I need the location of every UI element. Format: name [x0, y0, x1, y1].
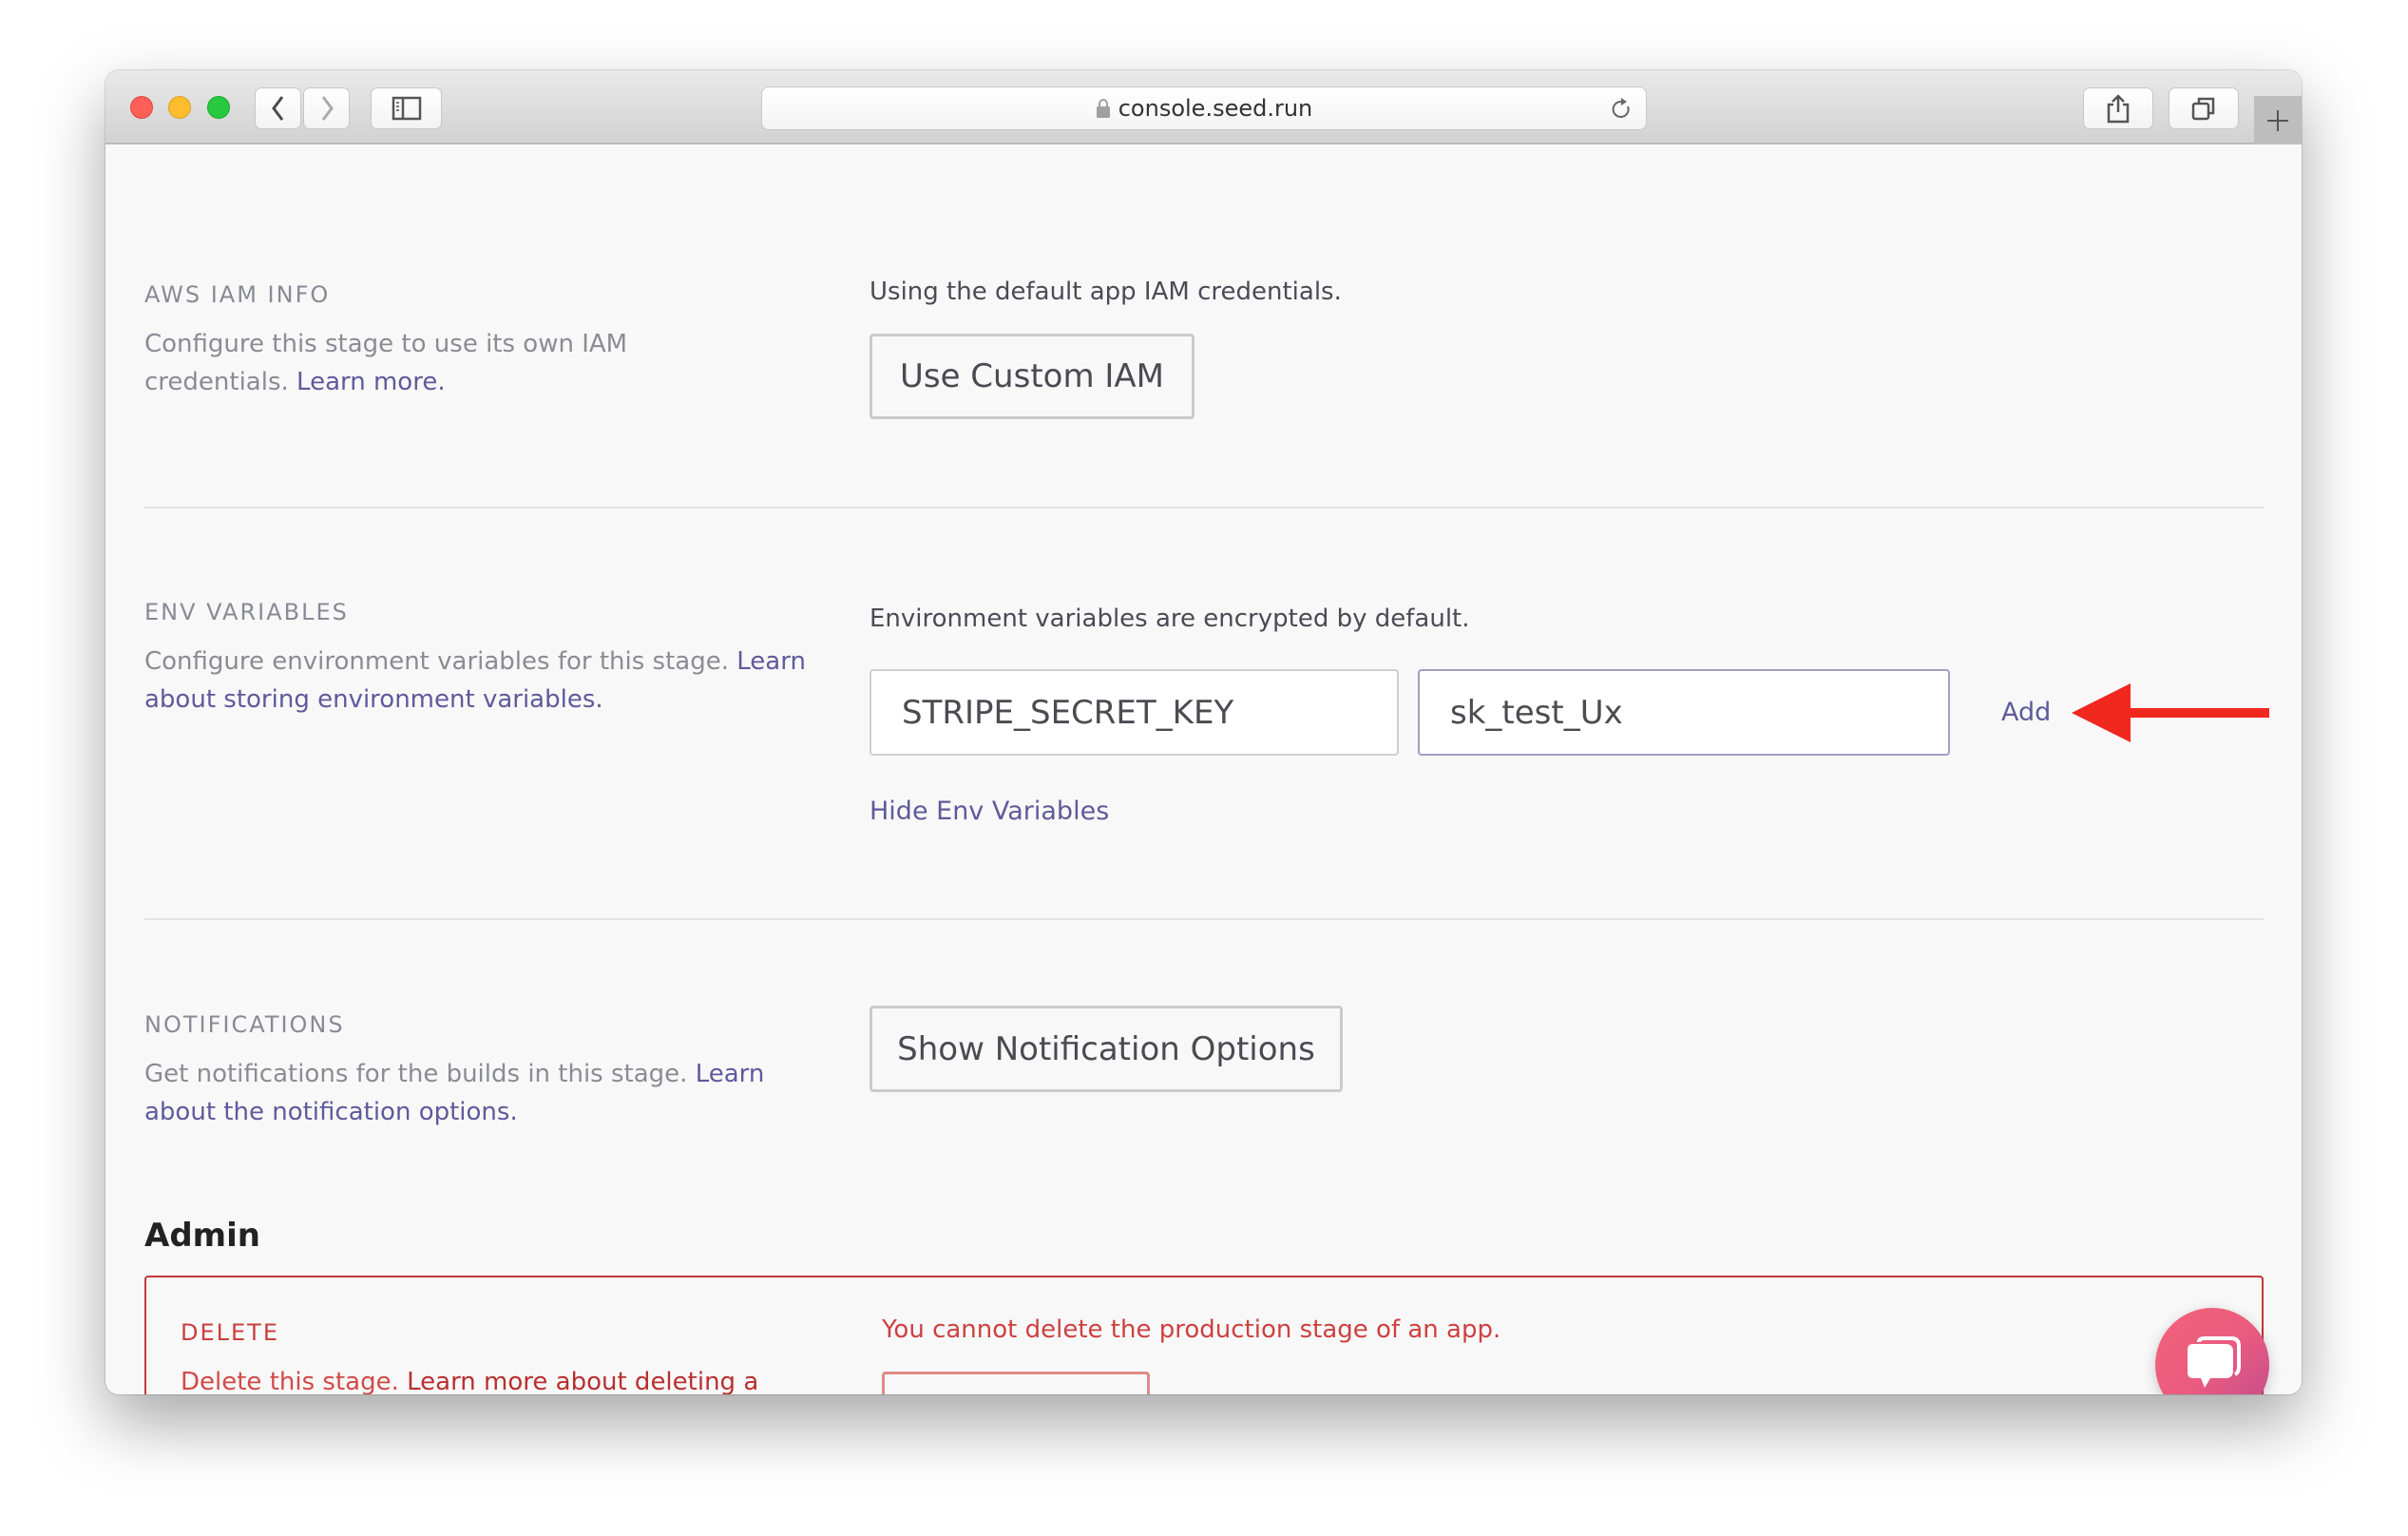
env-add-link[interactable]: Add	[2001, 698, 2051, 727]
iam-section-heading: AWS IAM INFO	[144, 281, 331, 308]
notifications-section-heading: NOTIFICATIONS	[144, 1011, 345, 1038]
close-window-button[interactable]	[130, 96, 153, 119]
browser-window: console.seed.run AWS IAM INFO Configure …	[105, 70, 2302, 1394]
url-text: console.seed.run	[1118, 95, 1313, 122]
env-status-text: Environment variables are encrypted by d…	[870, 605, 1470, 633]
zoom-window-button[interactable]	[207, 96, 230, 119]
section-divider	[144, 918, 2264, 920]
iam-learn-more-link[interactable]: Learn more.	[296, 368, 446, 396]
tabs-overview-icon	[2191, 97, 2215, 121]
env-key-input[interactable]: STRIPE_SECRET_KEY	[870, 669, 1399, 756]
notifications-description-text: Get notifications for the builds in this…	[144, 1060, 688, 1088]
new-tab-button[interactable]	[2254, 96, 2302, 144]
address-bar[interactable]: console.seed.run	[761, 86, 1647, 130]
delete-section-description: Delete this stage. Learn more about dele…	[181, 1363, 789, 1394]
delete-error-text: You cannot delete the production stage o…	[882, 1315, 1501, 1344]
admin-heading: Admin	[144, 1217, 260, 1255]
chevron-left-icon	[271, 96, 283, 121]
annotation-arrow-icon	[2072, 683, 2269, 742]
iam-section-description: Configure this stage to use its own IAM …	[144, 325, 677, 401]
notifications-section-description: Get notifications for the builds in this…	[144, 1055, 800, 1131]
env-description-text: Configure environment variables for this…	[144, 647, 729, 676]
sidebar-toggle-button[interactable]	[371, 87, 442, 129]
iam-status-text: Using the default app IAM credentials.	[870, 278, 1342, 306]
lock-icon	[1096, 99, 1110, 118]
forward-button[interactable]	[303, 87, 350, 129]
hide-env-variables-link[interactable]: Hide Env Variables	[870, 797, 1109, 826]
sidebar-icon	[392, 96, 421, 121]
title-bar: console.seed.run	[105, 70, 2302, 144]
delete-stage-button[interactable]: Delete Stage	[882, 1372, 1150, 1394]
env-section-description: Configure environment variables for this…	[144, 643, 829, 719]
section-divider	[144, 507, 2264, 509]
show-notification-options-button[interactable]: Show Notification Options	[870, 1006, 1343, 1092]
plus-icon	[2267, 109, 2288, 131]
use-custom-iam-button[interactable]: Use Custom IAM	[870, 334, 1194, 419]
back-button[interactable]	[255, 87, 301, 129]
tabs-overview-button[interactable]	[2169, 87, 2239, 129]
minimize-window-button[interactable]	[168, 96, 191, 119]
delete-description-text: Delete this stage.	[181, 1368, 399, 1394]
share-icon	[2107, 94, 2130, 124]
env-section-heading: ENV VARIABLES	[144, 599, 349, 625]
env-value-input[interactable]: sk_test_Ux	[1418, 669, 1950, 756]
delete-section-heading: DELETE	[181, 1319, 280, 1346]
reload-icon[interactable]	[1610, 97, 1633, 122]
chat-bubble-icon	[2188, 1336, 2241, 1388]
share-button[interactable]	[2083, 87, 2153, 129]
chevron-right-icon	[321, 96, 334, 121]
page-content: AWS IAM INFO Configure this stage to use…	[105, 144, 2302, 1394]
